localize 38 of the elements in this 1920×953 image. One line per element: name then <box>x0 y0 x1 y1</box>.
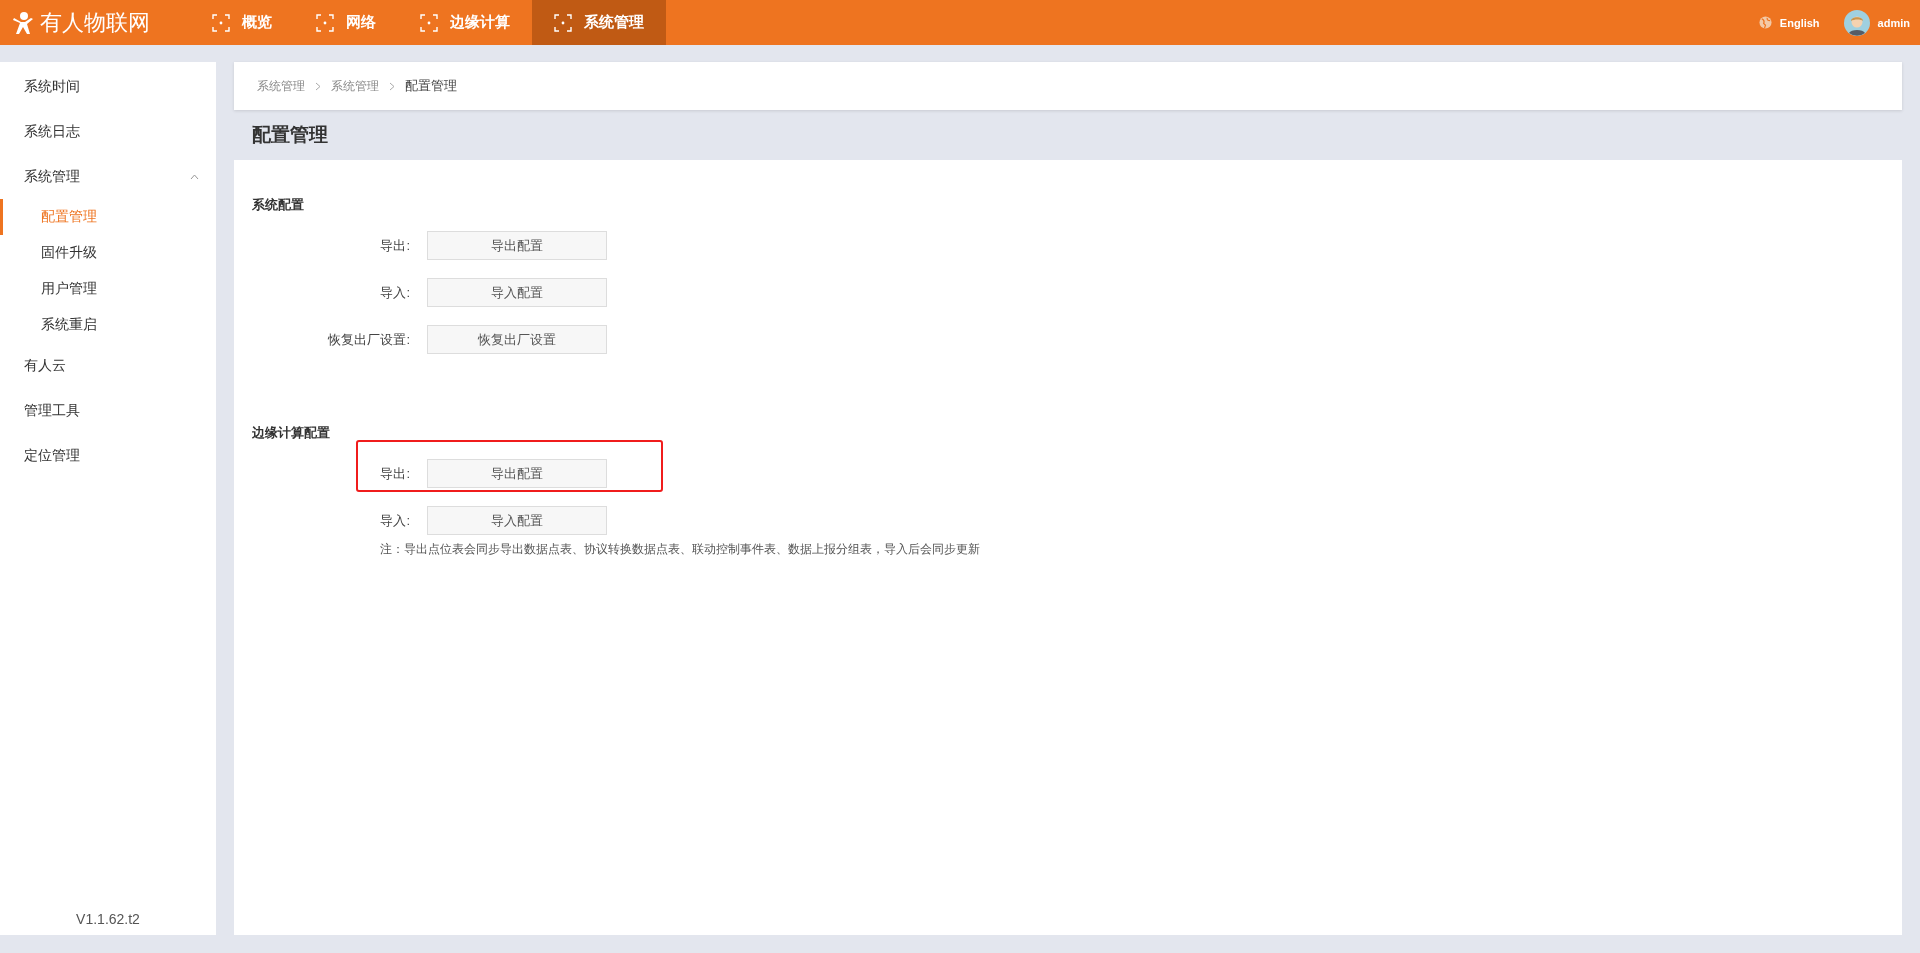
breadcrumb-item[interactable]: 系统管理 <box>257 77 305 95</box>
sidebar-item[interactable]: 定位管理 <box>0 433 216 478</box>
breadcrumb-item: 配置管理 <box>405 77 457 95</box>
action-button[interactable]: 恢复出厂设置 <box>427 325 607 354</box>
sidebar-item[interactable]: 管理工具 <box>0 388 216 433</box>
sidebar-item[interactable]: 固件升级 <box>0 235 216 271</box>
page-title: 配置管理 <box>252 123 328 147</box>
field-label: 导入: <box>379 283 411 302</box>
field-label: 导出: <box>379 236 411 255</box>
field-label: 恢复出厂设置: <box>327 330 411 349</box>
action-button[interactable]: 导出配置 <box>427 231 607 260</box>
sidebar-item[interactable]: 系统时间 <box>0 64 216 109</box>
chevron-right-icon <box>315 81 321 91</box>
section-title: 系统配置 <box>252 196 305 214</box>
sidebar-item[interactable]: 用户管理 <box>0 271 216 307</box>
version-label: V1.1.62.t2 <box>75 911 141 929</box>
avatar-icon[interactable] <box>1843 9 1870 36</box>
brand-name: 有人物联网 <box>40 8 150 37</box>
sidebar-item[interactable]: 系统日志 <box>0 109 216 154</box>
sidebar-item[interactable]: 有人云 <box>0 343 216 388</box>
focus-frame-icon <box>420 13 438 32</box>
action-button[interactable]: 导入配置 <box>427 278 607 307</box>
chevron-right-icon <box>389 81 395 91</box>
focus-frame-icon <box>212 13 230 32</box>
sidebar-item[interactable]: 系统重启 <box>0 307 216 343</box>
action-button[interactable]: 导入配置 <box>427 506 607 535</box>
breadcrumb-item[interactable]: 系统管理 <box>331 77 379 95</box>
focus-frame-icon <box>316 13 334 32</box>
sidebar-item[interactable]: 系统管理 <box>0 154 216 199</box>
field-label: 导入: <box>379 511 411 530</box>
focus-frame-icon <box>554 13 572 32</box>
action-button[interactable]: 导出配置 <box>427 459 607 488</box>
note-text: 注：导出点位表会同步导出数据点表、协议转换数据点表、联动控制事件表、数据上报分组表，导入后会同步更新 <box>380 541 981 558</box>
person-logo-icon <box>12 10 34 35</box>
nav-tab[interactable]: 系统管理 <box>532 0 666 45</box>
chevron-up-icon <box>190 173 199 180</box>
section-title: 边缘计算配置 <box>252 424 331 442</box>
field-label: 导出: <box>379 464 411 483</box>
